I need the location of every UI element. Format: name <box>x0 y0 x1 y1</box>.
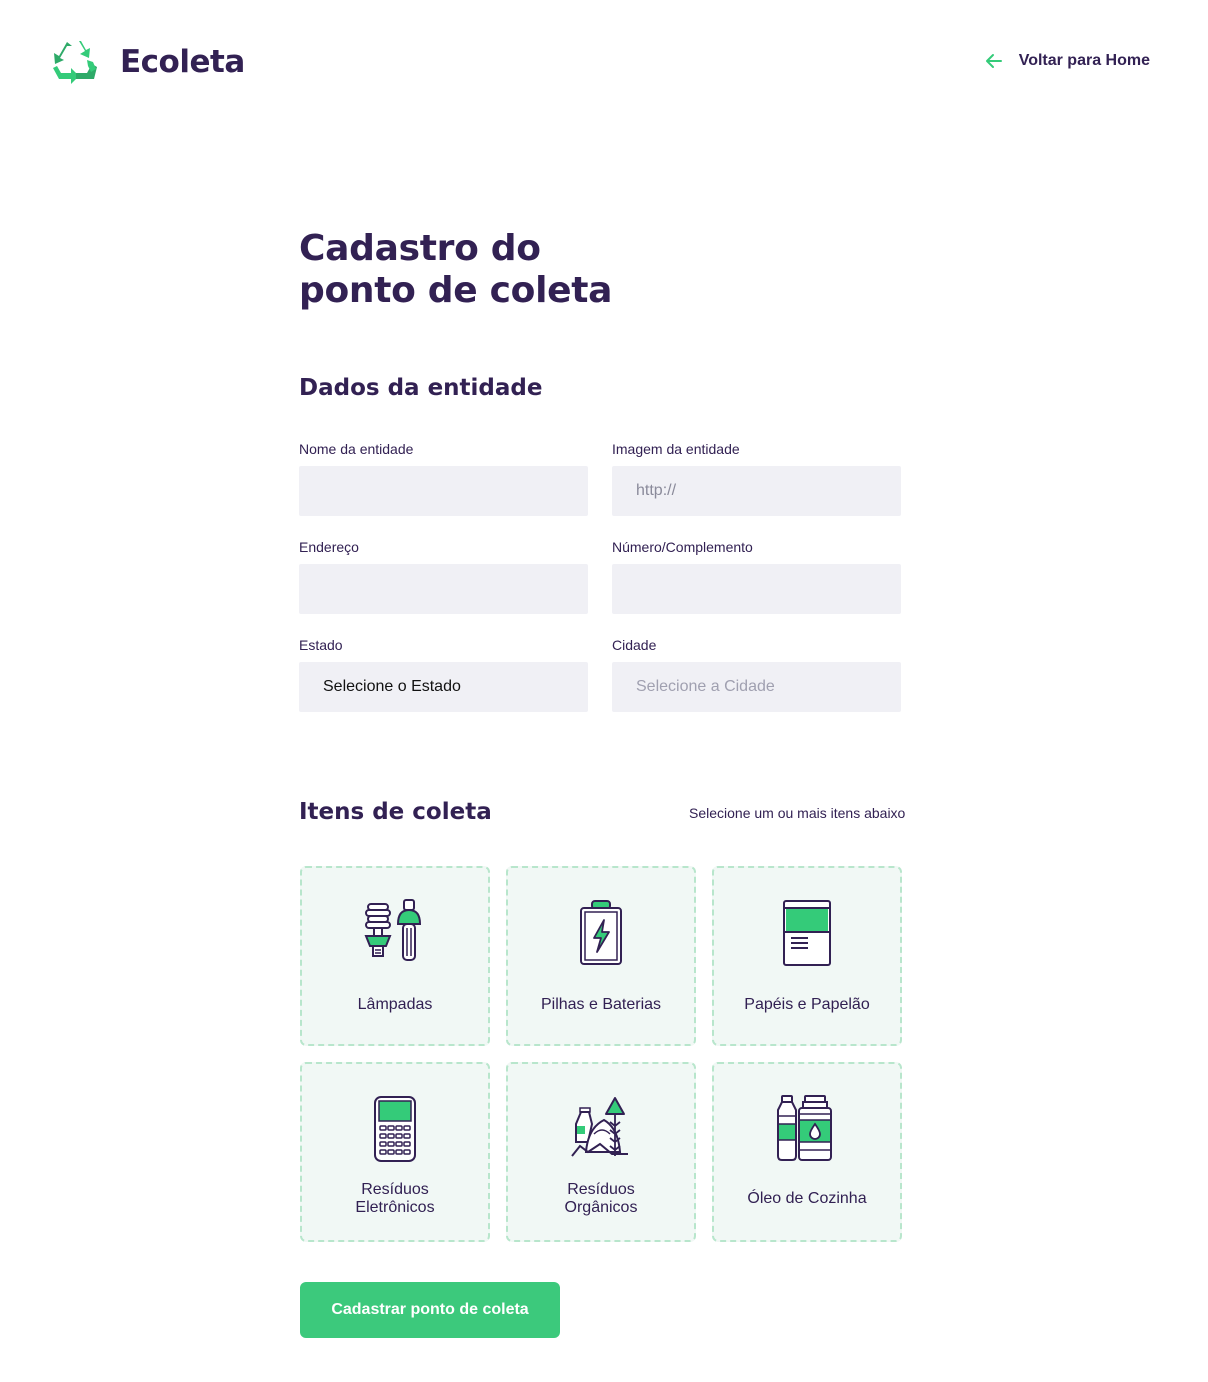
page-title-line1: Cadastro do <box>299 228 541 269</box>
address-field[interactable] <box>299 564 588 614</box>
battery-icon <box>580 900 622 965</box>
item-label: Lâmpadas <box>357 996 433 1013</box>
entity-image-input[interactable] <box>636 482 901 500</box>
item-card-electronics[interactable]: Resíduos Eletrônicos <box>300 1062 490 1242</box>
number-field[interactable] <box>612 564 901 614</box>
item-label-line2: Eletrônicos <box>355 1199 435 1216</box>
item-label-line1: Resíduos <box>567 1181 635 1198</box>
state-select-value: Selecione o Estado <box>323 678 461 695</box>
city-select-value: Selecione a Cidade <box>636 678 775 695</box>
item-card-lamps[interactable]: Lâmpadas <box>300 866 490 1046</box>
entity-image-field[interactable] <box>612 466 901 516</box>
item-label: Papéis e Papelão <box>744 996 870 1013</box>
lamp-icon <box>364 899 422 961</box>
items-hint: Selecione um ou mais itens abaixo <box>689 805 906 821</box>
address-input[interactable] <box>323 580 588 598</box>
paper-icon <box>783 900 831 966</box>
electronics-icon <box>374 1096 416 1162</box>
item-label-line1: Resíduos <box>361 1181 429 1198</box>
state-select[interactable]: Selecione o Estado <box>299 662 588 712</box>
item-label: Óleo de Cozinha <box>747 1190 867 1207</box>
app-name: Ecoleta <box>120 44 245 80</box>
item-card-organic[interactable]: Resíduos Orgânicos <box>506 1062 696 1242</box>
items-section-title: Itens de coleta <box>299 799 492 825</box>
item-card-batteries[interactable]: Pilhas e Baterias <box>506 866 696 1046</box>
item-card-oil[interactable]: Óleo de Cozinha <box>712 1062 902 1242</box>
city-select[interactable]: Selecione a Cidade <box>612 662 901 712</box>
item-card-paper[interactable]: Papéis e Papelão <box>712 866 902 1046</box>
entity-image-label: Imagem da entidade <box>612 441 740 457</box>
number-label: Número/Complemento <box>612 539 753 555</box>
arrow-left-icon <box>985 54 1002 68</box>
organic-icon <box>571 1097 628 1157</box>
back-home-link[interactable]: Voltar para Home <box>983 50 1150 72</box>
entity-name-label: Nome da entidade <box>299 441 414 457</box>
entity-section-title: Dados da entidade <box>299 375 543 401</box>
back-home-label: Voltar para Home <box>1018 52 1150 69</box>
oil-icon <box>777 1095 832 1161</box>
number-input[interactable] <box>636 580 901 598</box>
header: Ecoleta Voltar para Home <box>50 38 1150 88</box>
item-label: Resíduos Eletrônicos <box>302 1181 488 1217</box>
submit-button[interactable]: Cadastrar ponto de coleta <box>300 1282 560 1338</box>
item-label: Resíduos Orgânicos <box>508 1181 694 1217</box>
entity-name-field[interactable] <box>299 466 588 516</box>
state-label: Estado <box>299 637 343 653</box>
page-title-line2: ponto de coleta <box>299 270 613 311</box>
city-label: Cidade <box>612 637 657 653</box>
entity-name-input[interactable] <box>323 482 588 500</box>
item-label-line2: Orgânicos <box>564 1199 638 1216</box>
recycle-icon <box>53 41 97 84</box>
address-label: Endereço <box>299 539 359 555</box>
logo[interactable]: Ecoleta <box>50 38 245 86</box>
page-title: Cadastro do ponto de coleta <box>299 228 719 312</box>
item-label: Pilhas e Baterias <box>540 996 662 1013</box>
